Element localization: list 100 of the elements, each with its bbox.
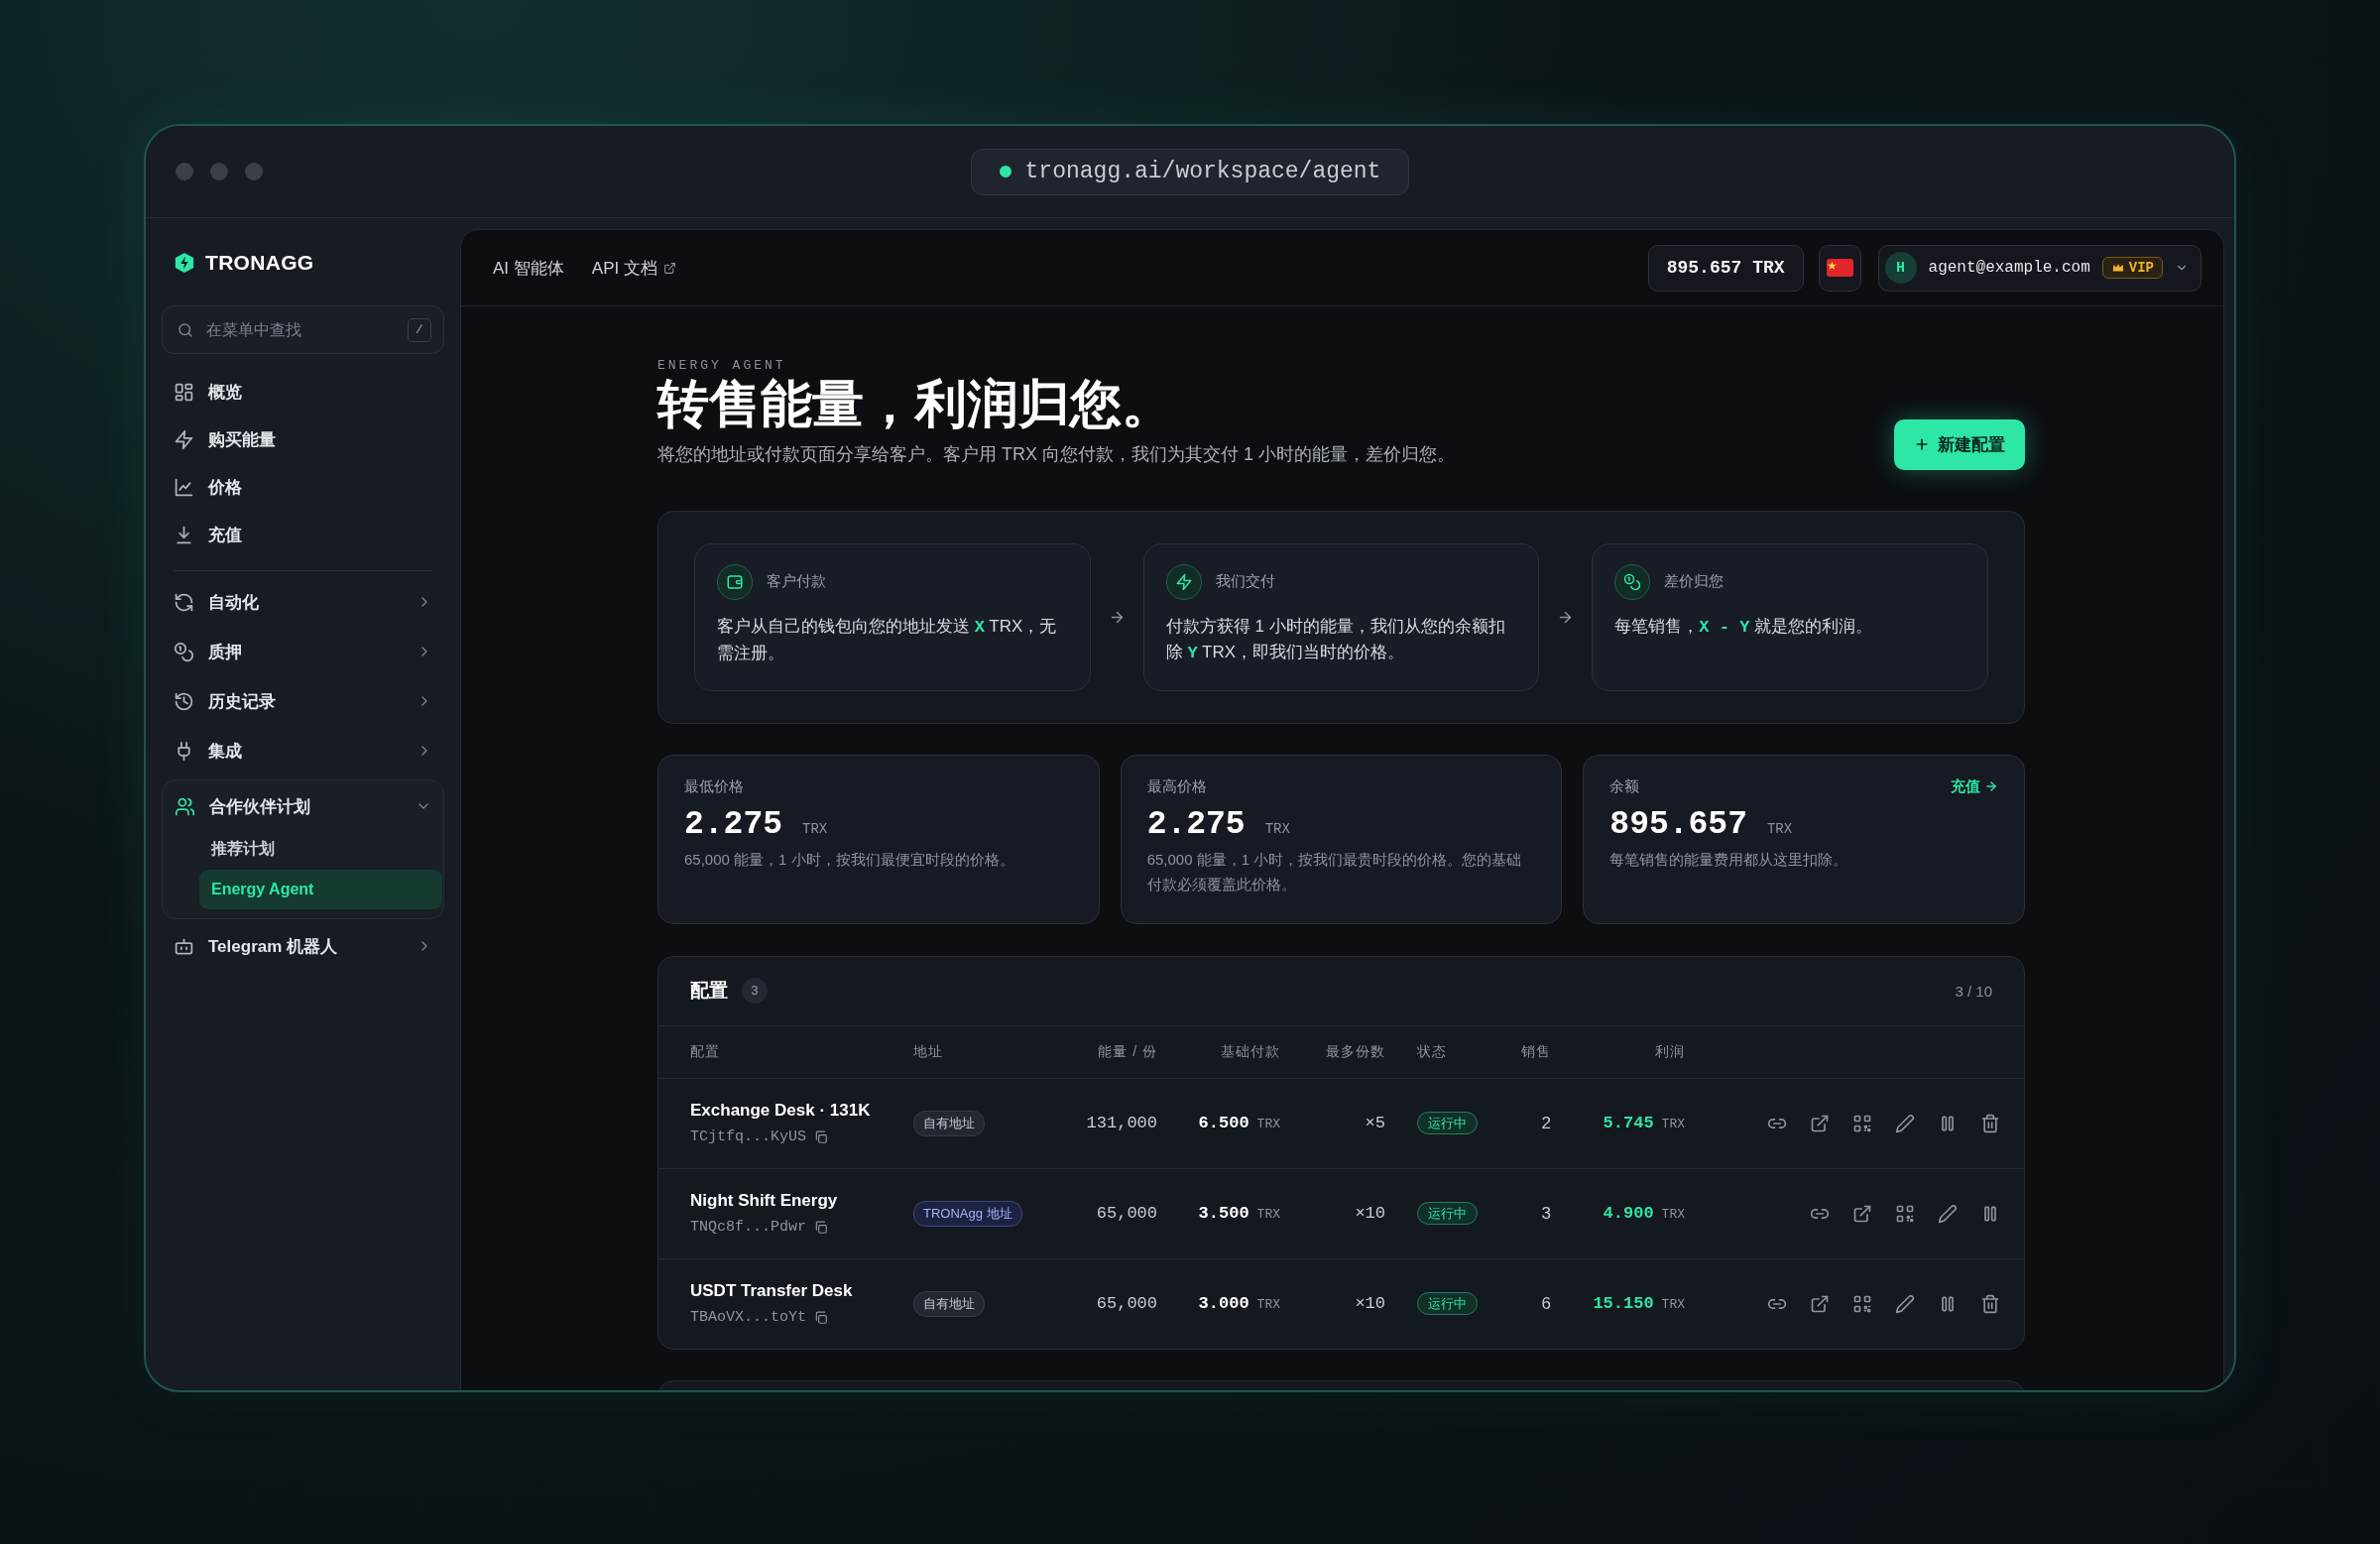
history-icon [174,690,194,712]
search-input[interactable]: 在菜单中查找 [204,319,398,340]
nav-item[interactable]: 购买能量 [162,416,444,463]
column-header: 地址 [913,1042,944,1061]
external-link-icon [1810,1113,1830,1133]
account-menu[interactable]: H agent@example.com VIP [1877,244,2202,292]
delete-button[interactable] [1980,1293,2000,1314]
nav-item[interactable]: 质押 [162,627,444,676]
stat-value: 2.275 [1146,805,1246,843]
edit-button[interactable] [1938,1203,1958,1224]
stat-label: 余额 [1609,776,1640,796]
grid-icon [174,381,194,403]
stat-unit: TRX [1766,820,1793,837]
flag-icon [1826,259,1853,277]
stat-unit: TRX [1264,820,1290,837]
stat-note: 65,000 能量，1 小时，按我们最便宜时段的价格。 [684,849,1015,870]
status-tag: 运行中 [1417,1202,1478,1226]
table-cell: 3.000 [1198,1294,1250,1314]
address-bar[interactable]: tronagg.ai/workspace/agent [970,148,1410,195]
copy-button[interactable] [814,1220,829,1235]
nav-item[interactable]: Telegram 机器人 [162,921,444,971]
address-tag: TRONAgg 地址 [913,1200,1022,1227]
eyebrow-label: ENERGY AGENT [657,358,787,373]
column-header: 利润 [1654,1042,1685,1061]
profit-value: 15.150 [1593,1294,1654,1314]
vip-label: VIP [2128,260,2154,276]
external-link-button[interactable] [1810,1293,1830,1314]
step-text: 每笔销售，X - Y 就是您的利润。 [1614,615,1874,639]
nav-link[interactable]: AI 智能体 [493,256,564,280]
stat-label: 最低价格 [684,776,744,796]
nav-item[interactable]: 概览 [162,368,444,416]
external-link-button[interactable] [1810,1113,1830,1133]
table-cell-text: 2 [1540,1113,1551,1133]
delete-button[interactable] [1980,1113,2000,1133]
column-header: 销售 [1520,1042,1551,1061]
brand-name: TRONAGG [205,251,314,275]
qr-code-icon [1895,1203,1915,1224]
stat-label: 最高价格 [1146,776,1207,796]
step-text: 客户从自己的钱包向您的地址发送 X TRX，无需注册。 [717,615,1058,664]
table-cell-text: ×10 [1354,1204,1385,1224]
nav-link[interactable]: API 文档 [591,256,676,280]
external-link-icon [662,261,676,275]
lightning-icon [1174,572,1193,591]
nav-item[interactable]: 充值 [162,511,444,558]
nav-subitem[interactable]: 推荐计划 [199,829,442,869]
avatar: H [1884,252,1917,284]
top-up-link[interactable]: 充值 [1951,776,1998,796]
unit-label: TRX [1661,1297,1685,1313]
search-icon [177,320,194,339]
lightning-icon [174,428,194,450]
unit-label: TRX [1256,1297,1280,1313]
nav-item[interactable]: 集成 [162,726,444,775]
language-button[interactable] [1818,244,1861,292]
step-title: 我们交付 [1215,572,1275,592]
nav-item[interactable]: 合作伙伴计划 [163,784,443,828]
delete-icon [1980,1113,2000,1133]
copy-icon [814,1220,829,1235]
column-header: 配置 [690,1042,721,1061]
account-email: agent@example.com [1928,259,2090,277]
nav-subitem[interactable]: Energy Agent [199,870,442,909]
copy-button[interactable] [814,1129,829,1144]
external-link-button[interactable] [1852,1203,1872,1224]
profit-value: 4.900 [1603,1204,1654,1224]
edit-button[interactable] [1895,1113,1915,1133]
unit-label: TRX [1661,1207,1685,1223]
copy-icon [814,1129,829,1144]
edit-icon [1938,1203,1958,1224]
config-name: Exchange Desk · 131K [690,1101,872,1122]
count-badge: 3 [742,978,768,1005]
table-cell-text: 3 [1540,1203,1551,1224]
address-text: TBAoVX...toYt [690,1309,807,1327]
wallet-icon [726,572,744,591]
coins-icon [1623,572,1642,591]
edit-button[interactable] [1895,1293,1915,1314]
delete-icon [1980,1293,2000,1314]
qr-code-button[interactable] [1852,1113,1872,1133]
column-header: 基础付款 [1220,1042,1280,1061]
copy-button[interactable] [814,1310,829,1325]
qr-code-button[interactable] [1895,1203,1915,1224]
nav-item[interactable]: 历史记录 [162,676,444,726]
stat-unit: TRX [802,820,828,837]
table-cell: 3.500 [1198,1204,1250,1224]
page-title: 转售能量，利润归您。 [657,375,1174,434]
search-field[interactable]: 在菜单中查找 / [162,305,444,354]
stat-note: 65,000 能量，1 小时，按我们最贵时段的价格。您的基础付款必须覆盖此价格。 [1146,849,1523,894]
table-cell: 6.500 [1198,1114,1250,1133]
page-subtitle: 将您的地址或付款页面分享给客户。客户用 TRX 向您付款，我们为其交付 1 小时的能量，差价归您。 [657,442,1455,466]
nav-item[interactable]: 价格 [162,463,444,511]
people-icon [175,795,195,817]
coins-icon [174,641,194,662]
quota-text: 3 / 10 [1955,982,1992,1000]
new-config-button[interactable]: 新建配置 [1894,418,2025,470]
table-cell-text: ×5 [1364,1114,1385,1133]
address-tag: 自有地址 [913,1110,985,1136]
step-title: 差价归您 [1664,572,1725,592]
qr-code-button[interactable] [1852,1293,1872,1314]
refresh-icon [174,591,194,613]
nav-item[interactable]: 自动化 [162,577,444,627]
unit-label: TRX [1256,1117,1280,1132]
external-link-icon [1852,1203,1872,1224]
